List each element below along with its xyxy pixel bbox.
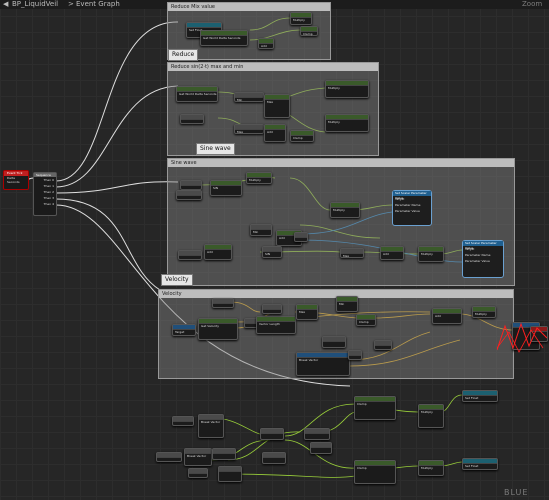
get-velocity-node[interactable]: Get Velocity bbox=[198, 318, 238, 340]
float-var-node-3[interactable] bbox=[178, 250, 202, 260]
comment-label-reduce[interactable]: Reduce bbox=[168, 49, 199, 61]
target-var-node[interactable]: Target bbox=[172, 324, 196, 336]
add-node-7[interactable] bbox=[310, 442, 332, 454]
multiply-node-5[interactable]: Multiply bbox=[330, 202, 360, 218]
vector-length-node[interactable]: Vector Length bbox=[256, 316, 296, 334]
select-node[interactable]: Max bbox=[264, 94, 290, 118]
min-node-2[interactable]: Min bbox=[250, 224, 272, 236]
min-node-4[interactable] bbox=[260, 428, 284, 440]
multiply-node-11[interactable]: Multiply bbox=[418, 404, 444, 428]
reroute-node-4[interactable] bbox=[348, 350, 362, 360]
set-scalar-parameter-node-1[interactable]: Set Scalar Parameter Value Target Parame… bbox=[392, 190, 432, 226]
multiply-node-3[interactable]: Multiply bbox=[325, 114, 369, 132]
max-node-4[interactable] bbox=[262, 452, 286, 464]
multiply-node[interactable]: Multiply bbox=[290, 12, 312, 25]
multiply-node-2[interactable]: Multiply bbox=[325, 80, 369, 98]
comment-label-sine-wave[interactable]: Sine wave bbox=[196, 143, 235, 155]
add-node-4[interactable]: Add bbox=[380, 246, 404, 260]
sin-node[interactable]: SIN bbox=[210, 180, 242, 196]
max-node-3[interactable]: Max bbox=[296, 304, 318, 320]
comment-label-velocity[interactable]: Velocity bbox=[161, 274, 193, 286]
multiply-node-9[interactable] bbox=[212, 448, 236, 460]
add-node-6[interactable] bbox=[218, 466, 242, 482]
multiply-node-12[interactable]: Multiply bbox=[418, 460, 444, 476]
world-delta-node-3[interactable]: Add bbox=[204, 244, 232, 260]
event-tick-node[interactable]: Event Tick Delta Seconds bbox=[3, 170, 29, 190]
time-var-node[interactable] bbox=[180, 180, 202, 190]
comment-header: Reduce sin(2·t) max and min bbox=[168, 63, 378, 71]
comment-header: Reduce Mix value bbox=[168, 3, 330, 11]
float-var-node-6[interactable] bbox=[172, 416, 194, 426]
clamp-node-2[interactable]: Clamp bbox=[290, 130, 314, 142]
multiply-node-8[interactable]: Multiply bbox=[472, 306, 496, 318]
multiply-node-7[interactable] bbox=[262, 304, 282, 314]
set-float-node-3[interactable]: Set Float bbox=[462, 458, 498, 470]
clamp-node-5[interactable]: Clamp bbox=[354, 460, 396, 484]
comment-header: Sine wave bbox=[168, 159, 514, 167]
set-scalar-parameter-node-2[interactable]: Set Scalar Parameter Value Target Parame… bbox=[462, 240, 504, 278]
clamp-node[interactable]: Clamp bbox=[300, 26, 318, 36]
break-vector-node[interactable]: Break Vector bbox=[296, 352, 350, 376]
sequence-pin-4[interactable]: Then 4 bbox=[34, 201, 56, 207]
multiply-node-10[interactable] bbox=[304, 428, 330, 440]
float-var-node-8[interactable] bbox=[188, 468, 208, 478]
watermark-logo: BLUE bbox=[504, 488, 529, 497]
max-node-2[interactable]: Max bbox=[340, 248, 364, 258]
set-float-node-2[interactable]: Set Float bbox=[462, 390, 498, 402]
multiply-node-4[interactable]: Multiply bbox=[246, 172, 272, 184]
add-node-5[interactable]: Add bbox=[432, 308, 462, 324]
reroute-node[interactable] bbox=[294, 232, 308, 242]
float-var-node-5[interactable] bbox=[374, 340, 392, 350]
break-vector-node-3[interactable]: Break Vector bbox=[184, 448, 212, 466]
clamp-node-3[interactable]: Clamp bbox=[356, 314, 376, 326]
max-node[interactable]: Max bbox=[234, 124, 264, 134]
reroute-node-3[interactable] bbox=[322, 336, 346, 348]
float-var-node-7[interactable] bbox=[156, 452, 182, 462]
sin-node-2[interactable]: SIN bbox=[262, 246, 282, 258]
delta-seconds-pin[interactable]: Delta Seconds bbox=[4, 176, 28, 184]
float-var-node-2[interactable] bbox=[176, 190, 202, 200]
float-var-node[interactable] bbox=[180, 114, 204, 124]
min-node-3[interactable]: Min bbox=[336, 296, 358, 312]
world-delta-node[interactable]: Get World Delta Seconds bbox=[200, 30, 248, 46]
float-var-node-4[interactable] bbox=[212, 298, 234, 308]
add-node-2[interactable]: Add bbox=[264, 124, 286, 142]
world-delta-node-2[interactable]: Get World Delta Seconds bbox=[176, 86, 218, 102]
min-node[interactable]: Min bbox=[234, 92, 264, 102]
multiply-node-6[interactable]: Multiply bbox=[418, 246, 444, 262]
add-node[interactable]: Add bbox=[258, 38, 274, 49]
error-wire-icon bbox=[497, 322, 547, 353]
sequence-node[interactable]: Sequence Then 0 Then 1 Then 2 Then 3 The… bbox=[33, 172, 57, 216]
break-vector-node-2[interactable]: Break Vector bbox=[198, 414, 224, 438]
clamp-node-4[interactable]: Clamp bbox=[354, 396, 396, 420]
